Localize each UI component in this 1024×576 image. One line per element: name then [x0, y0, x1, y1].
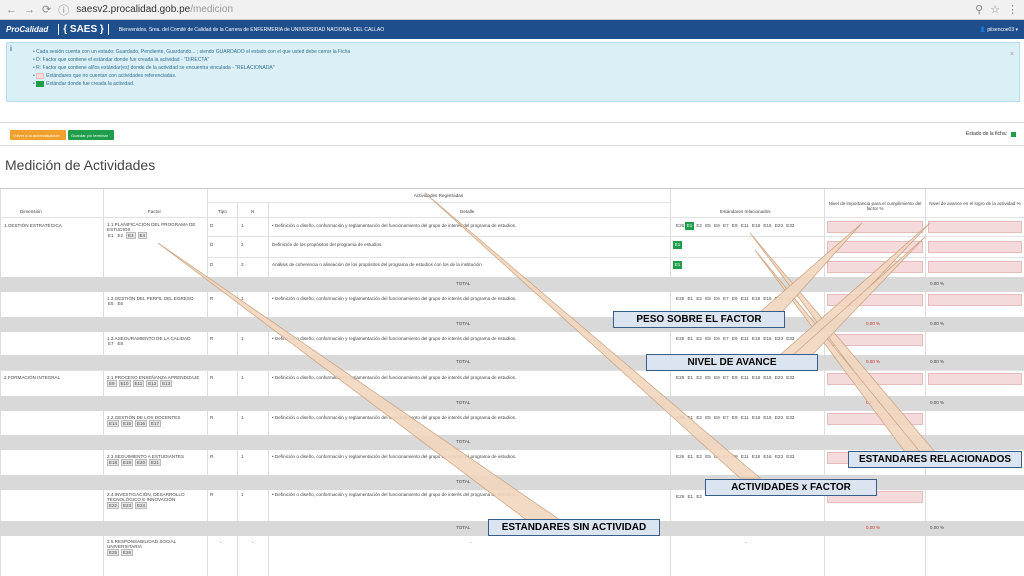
arrow-avance-2: [791, 236, 926, 356]
arrow-actividades: [424, 192, 762, 479]
callout-peso: PESO SOBRE EL FACTOR: [613, 311, 785, 328]
callout-avance: NIVEL DE AVANCE: [646, 354, 818, 371]
callout-actividades: ACTIVIDADES x FACTOR: [705, 479, 877, 496]
arrow-estandares-1: [749, 232, 936, 453]
callout-sin-actividad: ESTANDARES SIN ACTIVIDAD: [488, 519, 660, 536]
callout-estandares: ESTANDARES RELACIONADOS: [848, 451, 1022, 468]
arrow-estandares-2: [754, 249, 921, 453]
arrow-sin-actividad: [157, 242, 562, 525]
